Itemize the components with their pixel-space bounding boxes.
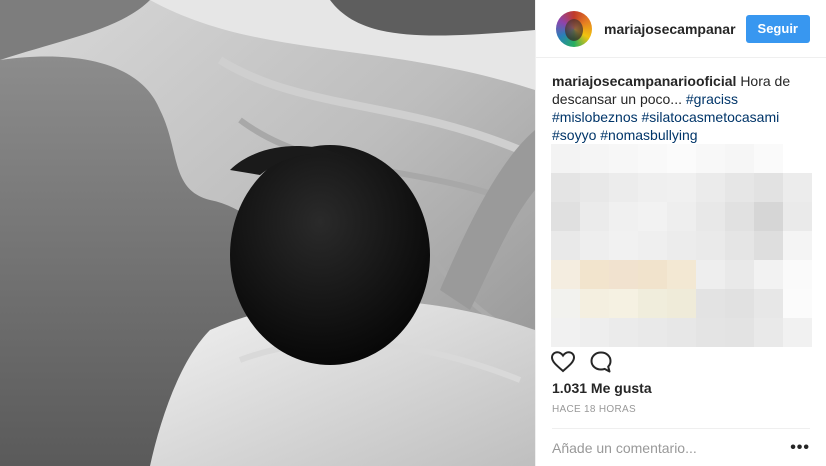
blur-cell [725,260,754,289]
header-username[interactable]: mariajosecampanariooficial [604,21,736,37]
post-photo-image [0,0,535,466]
blur-cell [725,289,754,318]
blur-cell [609,144,638,173]
avatar[interactable] [556,10,592,47]
blur-cell [667,202,696,231]
blur-cell [638,318,667,347]
blur-cell [696,260,725,289]
blur-cell [580,260,609,289]
blur-cell [580,144,609,173]
hashtag-link[interactable]: #mislobeznos [552,109,638,125]
post-timestamp[interactable]: HACE 18 HORAS [552,404,636,415]
hashtag-link[interactable]: #graciss [686,91,738,107]
follow-button[interactable]: Seguir [745,14,810,43]
blur-cell [696,173,725,202]
blur-cell [754,231,783,260]
instagram-post: mariajosecampanariooficial Seguir mariaj… [0,0,826,466]
blur-cell [754,173,783,202]
blur-cell [638,289,667,318]
blur-cell [667,289,696,318]
blur-cell [580,289,609,318]
blur-cell [667,318,696,347]
blur-cell [696,202,725,231]
blur-cell [609,231,638,260]
blur-cell [783,260,812,289]
comment-bar: ••• [552,428,810,466]
blur-cell [783,231,812,260]
blur-cell [551,289,580,318]
blur-cell [638,173,667,202]
blur-cell [551,318,580,347]
blur-cell [551,202,580,231]
post-caption: mariajosecampanariooficial Hora de desca… [536,58,826,143]
more-options-icon[interactable]: ••• [790,439,810,457]
hashtag-link[interactable]: #soyyo [552,127,596,143]
blur-cell [725,202,754,231]
blur-cell [696,289,725,318]
blur-cell [783,318,812,347]
blur-cell [754,318,783,347]
blur-cell [754,260,783,289]
blur-cell [638,144,667,173]
blur-cell [667,231,696,260]
blur-cell [551,173,580,202]
hashtag-link[interactable]: #nomasbullying [600,127,697,143]
blur-cell [551,144,580,173]
blur-cell [580,202,609,231]
blur-cell [667,173,696,202]
blurred-comments-area [551,144,813,348]
post-side-panel: mariajosecampanariooficial Seguir mariaj… [535,0,826,466]
blur-cell [580,173,609,202]
post-header: mariajosecampanariooficial Seguir [536,0,826,58]
blur-cell [725,144,754,173]
blur-cell [783,289,812,318]
blur-cell [667,144,696,173]
caption-username[interactable]: mariajosecampanariooficial [552,73,736,89]
blur-cell [638,231,667,260]
blur-cell [783,144,812,173]
blur-cell [580,318,609,347]
blur-cell [754,144,783,173]
post-actions [550,349,614,375]
blur-cell [783,173,812,202]
blur-cell [696,231,725,260]
blur-cell [638,260,667,289]
blur-cell [725,231,754,260]
blur-cell [609,289,638,318]
blur-cell [609,318,638,347]
blur-cell [783,202,812,231]
blur-cell [696,144,725,173]
likes-count[interactable]: 1.031 Me gusta [552,380,652,396]
post-photo[interactable] [0,0,535,466]
blur-cell [551,231,580,260]
blur-cell [696,318,725,347]
heart-icon[interactable] [550,349,576,375]
blur-cell [609,260,638,289]
comment-input[interactable] [552,439,791,456]
blur-cell [667,260,696,289]
comment-bubble-icon[interactable] [588,349,614,375]
blur-cell [754,202,783,231]
blur-cell [725,318,754,347]
blur-cell [609,202,638,231]
blur-cell [754,289,783,318]
blur-cell [609,173,638,202]
blur-cell [725,173,754,202]
hashtag-link[interactable]: #silatocasmetocasami [642,109,780,125]
blur-cell [551,260,580,289]
blur-cell [580,231,609,260]
blur-cell [638,202,667,231]
